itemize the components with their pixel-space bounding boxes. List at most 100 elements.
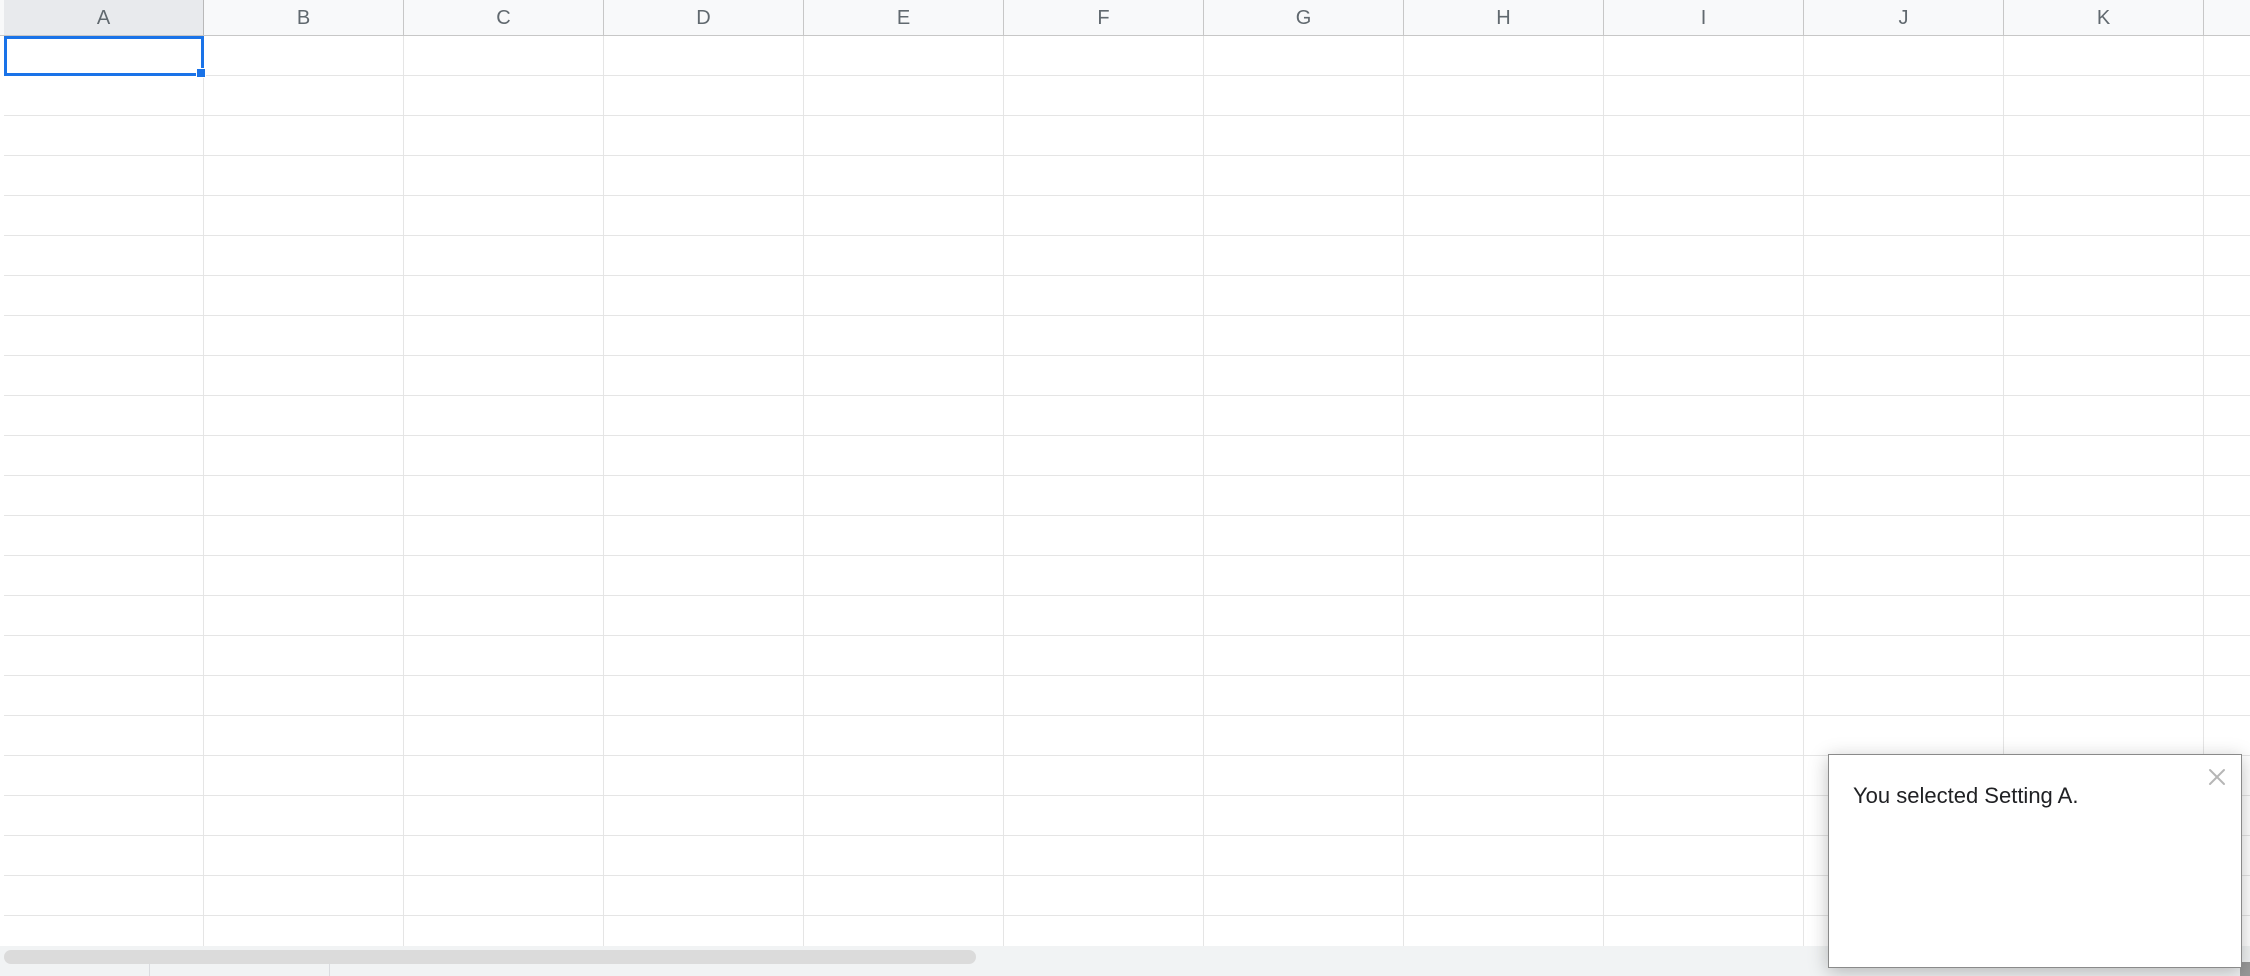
cell[interactable]	[4, 116, 204, 156]
cell[interactable]	[1604, 596, 1804, 636]
cell[interactable]	[804, 156, 1004, 196]
cell[interactable]	[2204, 276, 2250, 316]
cell[interactable]	[4, 436, 204, 476]
cell[interactable]	[1204, 516, 1404, 556]
cell[interactable]	[1804, 556, 2004, 596]
cell[interactable]	[404, 876, 604, 916]
cell[interactable]	[1004, 876, 1204, 916]
cell[interactable]	[1404, 476, 1604, 516]
cell[interactable]	[2004, 716, 2204, 756]
horizontal-scroll-track[interactable]	[4, 950, 976, 964]
cell[interactable]	[804, 76, 1004, 116]
cell[interactable]	[4, 76, 204, 116]
cell[interactable]	[1204, 236, 1404, 276]
cell[interactable]	[1004, 516, 1204, 556]
cell[interactable]	[204, 196, 404, 236]
cell[interactable]	[204, 116, 404, 156]
column-header-b[interactable]: B	[204, 0, 404, 35]
cell[interactable]	[1204, 716, 1404, 756]
cell[interactable]	[1604, 836, 1804, 876]
cell[interactable]	[1004, 36, 1204, 76]
cell[interactable]	[804, 116, 1004, 156]
cell[interactable]	[1004, 716, 1204, 756]
cell[interactable]	[804, 676, 1004, 716]
cell[interactable]	[1804, 116, 2004, 156]
cell[interactable]	[1604, 756, 1804, 796]
cell[interactable]	[404, 356, 604, 396]
cell[interactable]	[4, 556, 204, 596]
cell[interactable]	[1004, 196, 1204, 236]
cell[interactable]	[1804, 236, 2004, 276]
cell[interactable]	[4, 396, 204, 436]
cell[interactable]	[2004, 556, 2204, 596]
cell[interactable]	[604, 676, 804, 716]
cell[interactable]	[804, 436, 1004, 476]
cell[interactable]	[1604, 436, 1804, 476]
cell[interactable]	[404, 396, 604, 436]
cell[interactable]	[404, 316, 604, 356]
cell[interactable]	[1604, 156, 1804, 196]
cell[interactable]	[204, 556, 404, 596]
cell[interactable]	[1004, 356, 1204, 396]
cell[interactable]	[2004, 36, 2204, 76]
cell[interactable]	[4, 516, 204, 556]
cell[interactable]	[4, 876, 204, 916]
cell[interactable]	[604, 796, 804, 836]
cell[interactable]	[1404, 236, 1604, 276]
cell[interactable]	[2004, 596, 2204, 636]
cell[interactable]	[1804, 676, 2004, 716]
cell[interactable]	[1804, 516, 2004, 556]
cell[interactable]	[1004, 236, 1204, 276]
cell[interactable]	[1404, 276, 1604, 316]
cell[interactable]	[1004, 676, 1204, 716]
cell[interactable]	[204, 516, 404, 556]
cell[interactable]	[204, 396, 404, 436]
cell[interactable]	[1404, 396, 1604, 436]
cell[interactable]	[2204, 476, 2250, 516]
cell[interactable]	[1404, 436, 1604, 476]
column-header-d[interactable]: D	[604, 0, 804, 35]
cell[interactable]	[2004, 236, 2204, 276]
cell[interactable]	[804, 716, 1004, 756]
sheet-tab-stub[interactable]	[150, 964, 330, 976]
cell[interactable]	[4, 836, 204, 876]
cell[interactable]	[604, 756, 804, 796]
cell[interactable]	[4, 636, 204, 676]
cell[interactable]	[1404, 36, 1604, 76]
cell[interactable]	[604, 356, 804, 396]
cell[interactable]	[804, 516, 1004, 556]
cell[interactable]	[2004, 276, 2204, 316]
cell[interactable]	[2204, 636, 2250, 676]
cell[interactable]	[1004, 436, 1204, 476]
column-header-k[interactable]: K	[2004, 0, 2204, 35]
cell[interactable]	[1204, 636, 1404, 676]
cell[interactable]	[1604, 76, 1804, 116]
cell[interactable]	[804, 636, 1004, 676]
cell[interactable]	[2004, 316, 2204, 356]
cell[interactable]	[1604, 116, 1804, 156]
cell[interactable]	[804, 316, 1004, 356]
cell[interactable]	[204, 76, 404, 116]
cell[interactable]	[404, 636, 604, 676]
cell[interactable]	[1604, 476, 1804, 516]
cell[interactable]	[1204, 756, 1404, 796]
cell[interactable]	[204, 636, 404, 676]
cell[interactable]	[1404, 356, 1604, 396]
cell[interactable]	[404, 76, 604, 116]
cell[interactable]	[2204, 76, 2250, 116]
cell[interactable]	[2204, 356, 2250, 396]
cell[interactable]	[204, 796, 404, 836]
cell[interactable]	[1404, 196, 1604, 236]
cell[interactable]	[1804, 156, 2004, 196]
cell[interactable]	[2004, 196, 2204, 236]
cell[interactable]	[4, 676, 204, 716]
sheet-tab-stub[interactable]	[0, 964, 150, 976]
cell[interactable]	[204, 236, 404, 276]
cell[interactable]	[2204, 36, 2250, 76]
cell[interactable]	[2004, 156, 2204, 196]
cell[interactable]	[604, 516, 804, 556]
cell[interactable]	[404, 236, 604, 276]
cell[interactable]	[604, 76, 804, 116]
cell[interactable]	[204, 836, 404, 876]
cell[interactable]	[1204, 436, 1404, 476]
